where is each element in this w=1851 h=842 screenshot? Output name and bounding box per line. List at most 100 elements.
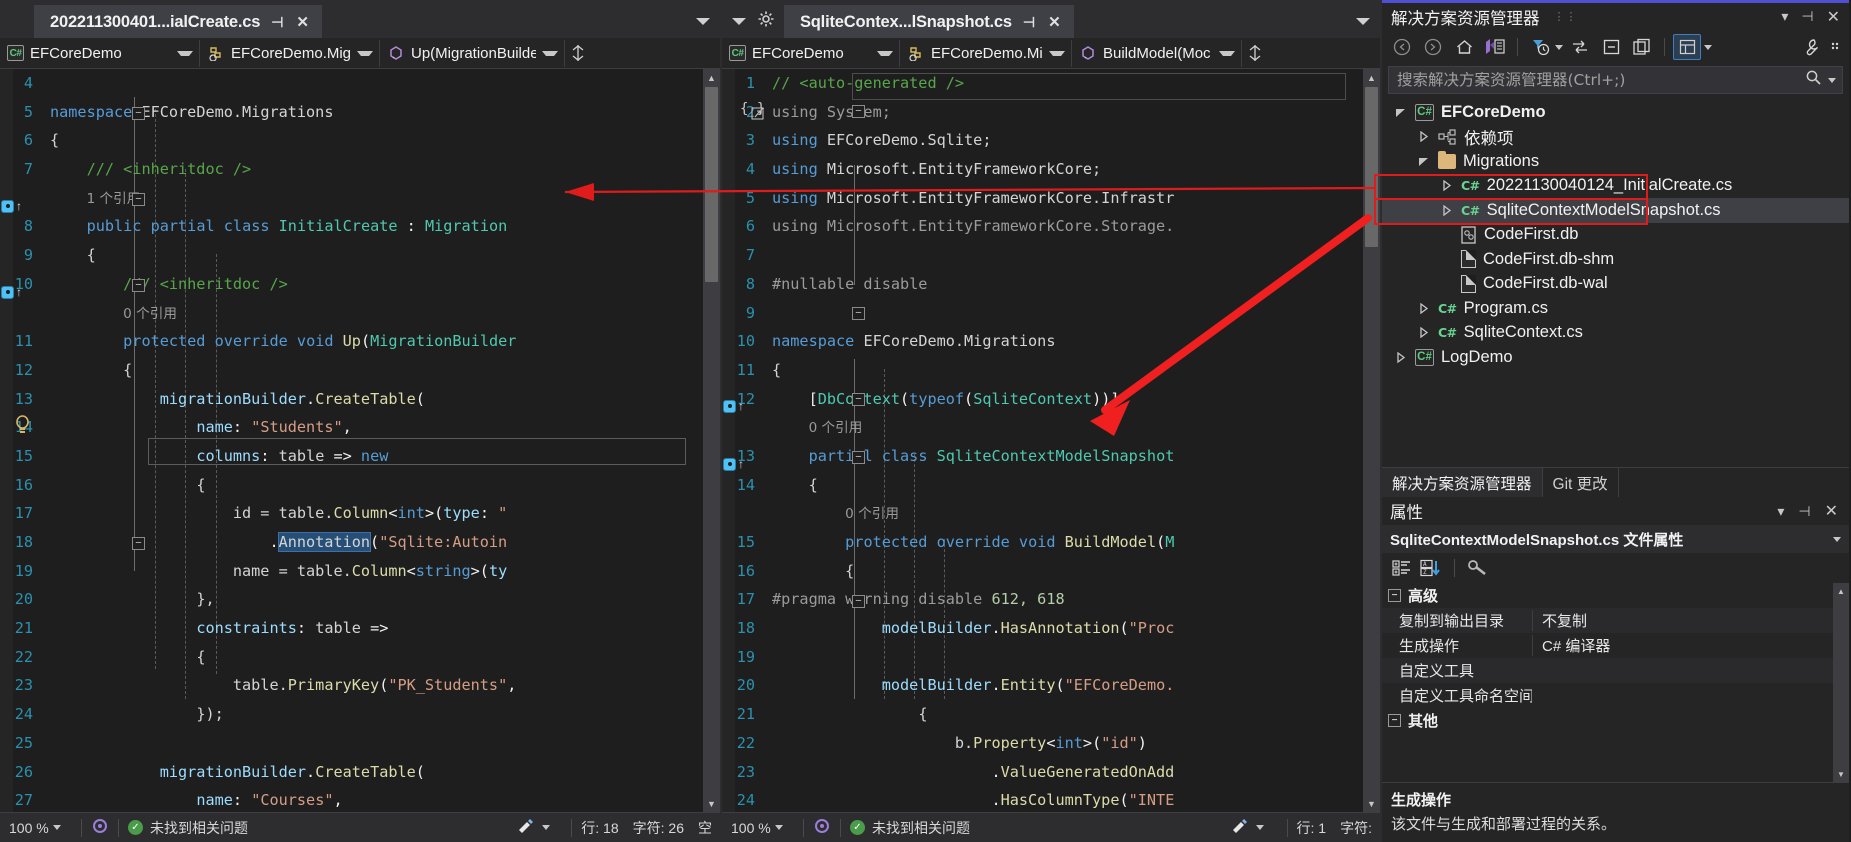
refresh-icon[interactable] [1566,34,1594,60]
show-all-files-icon[interactable] [1628,34,1656,60]
code-text[interactable]: name: "Courses", [42,786,703,812]
code-line[interactable]: 20 modelBuilder.Entity("EFCoreDemo. [722,671,1363,700]
code-text[interactable]: migrationBuilder.CreateTable( [42,385,703,414]
code-line[interactable]: 0 个引用 [722,499,1363,528]
code-text[interactable]: { [764,356,1363,385]
code-line[interactable]: 3using EFCoreDemo.Sqlite; [722,126,1363,155]
split-editor-button[interactable] [1242,38,1268,69]
collapse-all-icon[interactable] [1597,34,1625,60]
properties-icon[interactable] [1673,34,1701,60]
code-line[interactable]: 7 [722,241,1363,270]
code-line[interactable]: 9 { [0,241,703,270]
close-icon[interactable]: ✕ [294,15,311,30]
zoom-level-control[interactable]: 100 % [0,820,72,836]
chevron-down-icon[interactable]: ▾ [1774,503,1787,520]
tree-item[interactable]: C#Program.cs [1382,296,1849,321]
code-lens-glyph[interactable]: ↑ [1,197,31,215]
tab-initial-create-cs[interactable]: 202211300401...ialCreate.cs ⊣ ✕ [34,5,322,38]
chevron-down-icon[interactable] [1256,825,1264,830]
code-text[interactable]: id = table.Column<int>(type: " [42,499,703,528]
chevron-down-icon[interactable] [542,51,558,56]
code-line[interactable]: 17 id = table.Column<int>(type: " [0,499,703,528]
code-text[interactable]: { [42,643,703,672]
code-line[interactable]: 21 { [722,700,1363,729]
drag-handle[interactable]: ⋮⋮ [1554,10,1578,23]
code-line[interactable]: 8 public partial class InitialCreate : M… [0,212,703,241]
code-line[interactable]: 10namespace EFCoreDemo.Migrations [722,327,1363,356]
code-text[interactable]: using EFCoreDemo.Sqlite; [764,126,1363,155]
properties-subject[interactable]: SqliteContextModelSnapshot.cs 文件属性 [1382,525,1849,553]
tree-item[interactable]: C#SqliteContext.cs [1382,321,1849,346]
code-line[interactable]: 22 b.Property<int>("id") [722,729,1363,758]
search-input[interactable] [1397,71,1805,89]
code-text[interactable]: 0 个引用 [764,413,1363,443]
left-code-scroll[interactable]: 45namespace EFCoreDemo.Migrations6{7 ///… [0,69,703,812]
nav-type-combo[interactable]: EFCoreDemo.Mig [900,40,1072,67]
code-line[interactable]: 22 { [0,643,703,672]
code-line[interactable]: 0 个引用 [722,413,1363,442]
code-line[interactable]: 23 .ValueGeneratedOnAdd [722,758,1363,787]
scrollbar-thumb[interactable] [1365,87,1378,247]
gear-icon[interactable] [758,11,774,32]
chevron-down-icon[interactable] [732,18,746,25]
close-icon[interactable]: ✕ [1824,7,1843,27]
property-row[interactable]: 自定义工具命名空间 [1382,683,1833,708]
code-text[interactable]: // <auto-generated /> [764,69,1363,98]
code-text[interactable]: { [42,126,703,155]
property-category[interactable]: −高级 [1382,583,1833,608]
code-line[interactable]: 4using Microsoft.EntityFrameworkCore; [722,155,1363,184]
code-line[interactable]: 9 [722,299,1363,328]
code-line[interactable]: 5namespace EFCoreDemo.Migrations [0,98,703,127]
right-code-scroll[interactable]: 1// <auto-generated />2using System;3usi… [722,69,1363,812]
close-icon[interactable]: ✕ [1046,15,1063,30]
code-line[interactable]: 26 migrationBuilder.CreateTable( [0,758,703,787]
code-line[interactable]: 20 }, [0,585,703,614]
chevron-down-icon[interactable] [877,51,893,56]
properties-scrollbar[interactable]: ▲ ▼ [1833,583,1849,782]
code-text[interactable]: .ValueGeneratedOnAdd [764,758,1363,787]
code-text[interactable]: }, [42,585,703,614]
tree-item[interactable]: C#EFCoreDemo [1382,100,1849,125]
code-line[interactable]: 2using System; [722,98,1363,127]
code-text[interactable]: columns: table => new [42,442,703,471]
fold-toggle[interactable]: − [852,595,865,608]
fold-toggle[interactable]: − [132,537,145,550]
code-text[interactable]: { [42,356,703,385]
left-vertical-scrollbar[interactable]: ▲ ▼ [703,69,720,812]
left-code-area[interactable]: 45namespace EFCoreDemo.Migrations6{7 ///… [0,69,720,812]
code-line[interactable]: 25 [0,729,703,758]
code-line[interactable]: 24 .HasColumnType("INTE [722,786,1363,812]
forward-arrow-icon[interactable] [1419,34,1447,60]
code-line[interactable]: 6using Microsoft.EntityFrameworkCore.Sto… [722,212,1363,241]
twisty-expanded-icon[interactable] [1392,107,1408,118]
fold-toggle[interactable]: − [852,105,865,118]
code-line[interactable]: 10 /// <inheritdoc /> [0,270,703,299]
code-line[interactable]: 19 [722,643,1363,672]
solution-explorer-search[interactable] [1388,66,1843,94]
solution-tree[interactable]: C#EFCoreDemo依赖项MigrationsC#2022113004012… [1382,98,1849,467]
code-text[interactable]: { [42,241,703,270]
code-text[interactable]: modelBuilder.HasAnnotation("Proc [764,614,1363,643]
scroll-down-arrow-icon[interactable]: ▼ [703,795,720,812]
pencil-icon[interactable] [1230,818,1250,837]
split-editor-button[interactable] [565,38,591,69]
nav-project-combo[interactable]: C# EFCoreDemo [0,40,200,67]
properties-grid[interactable]: −高级复制到输出目录不复制生成操作C# 编译器自定义工具自定义工具命名空间−其他 [1382,583,1833,782]
code-line[interactable]: 1 个引用 [0,184,703,213]
code-text[interactable]: name: "Students", [42,413,703,442]
chevron-down-icon[interactable] [177,51,193,56]
back-arrow-icon[interactable] [1388,34,1416,60]
tree-item[interactable]: 依赖项 [1382,125,1849,150]
code-line[interactable]: 13 migrationBuilder.CreateTable( [0,385,703,414]
code-line[interactable]: 17#pragma warning disable 612, 618 [722,585,1363,614]
twisty-collapsed-icon[interactable] [1415,131,1431,142]
code-text[interactable]: modelBuilder.Entity("EFCoreDemo. [764,671,1363,700]
code-line[interactable]: 1// <auto-generated /> [722,69,1363,98]
tab-solution-explorer[interactable]: 解决方案资源管理器 [1382,468,1543,497]
code-text[interactable]: { [764,557,1363,586]
chevron-down-icon[interactable]: ▾ [1778,8,1791,25]
pencil-icon[interactable] [516,818,536,837]
tree-item[interactable]: C#20221130040124_InitialCreate.cs [1382,174,1849,199]
code-text[interactable]: protected override void BuildModel(M [764,528,1363,557]
right-vertical-scrollbar[interactable]: ▲ ▼ [1363,69,1380,812]
